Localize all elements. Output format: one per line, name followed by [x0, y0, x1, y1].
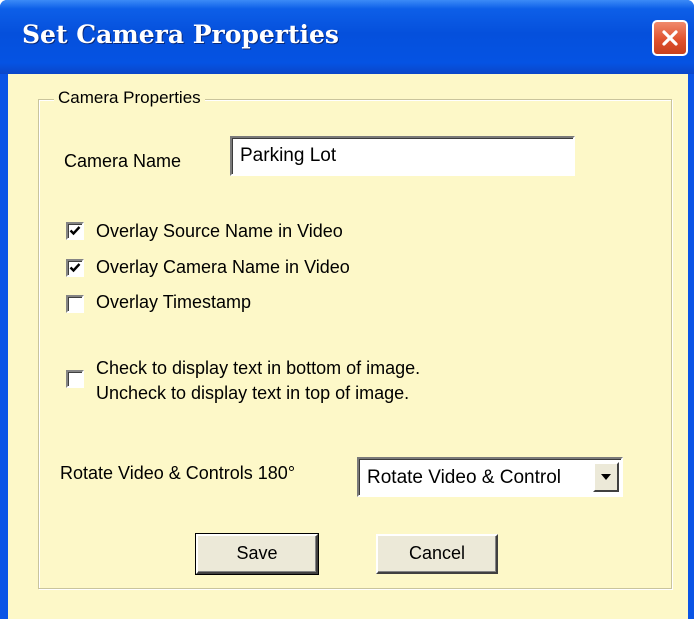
close-button[interactable]	[652, 20, 688, 56]
rotate-dropdown[interactable]: Rotate Video & Control	[357, 457, 623, 497]
camera-name-label: Camera Name	[64, 151, 182, 171]
rotate-label: Rotate Video & Controls 180°	[60, 463, 296, 483]
overlay-camera-name-checkbox[interactable]	[66, 259, 84, 277]
overlay-camera-name-label[interactable]: Overlay Camera Name in Video	[96, 256, 350, 278]
group-label: Camera Properties	[54, 88, 205, 108]
save-button[interactable]: Save	[195, 533, 319, 575]
text-position-checkbox[interactable]	[66, 370, 84, 388]
overlay-timestamp-checkbox[interactable]	[66, 295, 84, 313]
camera-name-input[interactable]	[230, 136, 575, 176]
dialog-window: Set Camera Properties Camera Properties …	[0, 0, 694, 619]
overlay-timestamp-label[interactable]: Overlay Timestamp	[96, 291, 251, 313]
overlay-source-name-checkbox[interactable]	[66, 222, 84, 240]
text-position-label-line2[interactable]: Uncheck to display text in top of image.	[96, 382, 409, 404]
overlay-source-name-label[interactable]: Overlay Source Name in Video	[96, 220, 343, 242]
chevron-down-icon	[601, 474, 611, 480]
window-title: Set Camera Properties	[22, 20, 339, 49]
close-icon	[662, 30, 678, 46]
checkmark-icon	[69, 226, 81, 236]
checkmark-icon	[69, 263, 81, 273]
rotate-dropdown-value: Rotate Video & Control	[367, 467, 561, 488]
text-position-label-line1[interactable]: Check to display text in bottom of image…	[96, 357, 420, 379]
dialog-client-area: Camera Properties Camera Name Overlay So…	[8, 74, 688, 619]
title-bar[interactable]: Set Camera Properties	[0, 0, 694, 74]
dropdown-button[interactable]	[593, 462, 619, 492]
cancel-button[interactable]: Cancel	[376, 534, 498, 574]
